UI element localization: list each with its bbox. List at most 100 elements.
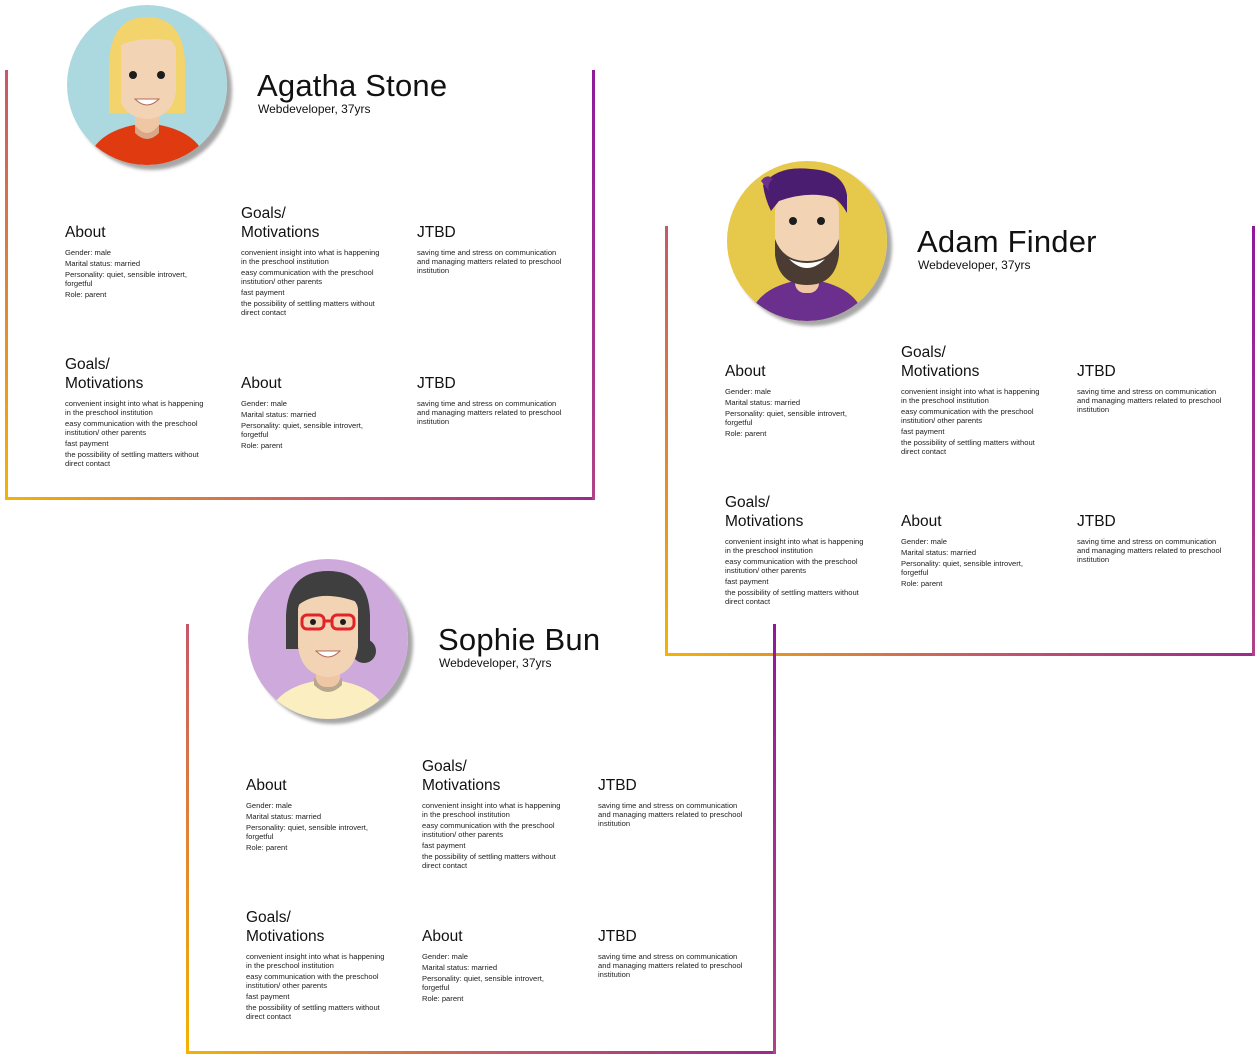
about-personality: Personality: quiet, sensible introvert, … [901, 559, 1023, 577]
frame-left-border [665, 226, 668, 656]
jtbd-text: saving time and stress on communication … [598, 952, 743, 979]
goals-section: Goals/Motivations convenient insight int… [901, 343, 1046, 456]
goal-item: fast payment [246, 992, 290, 1001]
goals-heading-line2: Motivations [725, 513, 804, 530]
goal-item: the possibility of settling matters with… [246, 1003, 380, 1021]
frame-bottom-border [186, 1051, 776, 1054]
goals-section: Goals/Motivations convenient insight int… [65, 355, 210, 468]
goals-heading: Goals/Motivations [422, 757, 567, 795]
jtbd-text: saving time and stress on communication … [598, 801, 743, 828]
jtbd-section: JTBD saving time and stress on communica… [598, 927, 743, 979]
about-personality: Personality: quiet, sensible introvert, … [246, 823, 368, 841]
jtbd-heading: JTBD [598, 777, 637, 794]
goals-heading: Goals/Motivations [246, 908, 391, 946]
persona-subtitle: Webdeveloper, 37yrs [258, 102, 371, 116]
jtbd-heading: JTBD [598, 928, 637, 945]
goal-item: easy communication with the preschool in… [65, 419, 198, 437]
about-section: About Gender: male Marital status: marri… [422, 927, 567, 1003]
about-personality: Personality: quiet, sensible introvert, … [65, 270, 187, 288]
about-heading: About [65, 224, 106, 241]
goal-item: easy communication with the preschool in… [246, 972, 379, 990]
goal-item: convenient insight into what is happenin… [241, 248, 380, 266]
jtbd-text: saving time and stress on communication … [417, 248, 562, 275]
about-heading: About [725, 363, 766, 380]
goals-section: Goals/Motivations convenient insight int… [725, 493, 870, 606]
about-heading: About [901, 513, 942, 530]
goal-item: fast payment [901, 427, 945, 436]
about-role: Role: parent [65, 290, 107, 299]
goals-heading-line2: Motivations [422, 777, 501, 794]
jtbd-heading: JTBD [1077, 363, 1116, 380]
about-gender: Gender: male [65, 248, 112, 257]
about-gender: Gender: male [246, 801, 293, 810]
goals-heading-line1: Goals/ [241, 205, 286, 222]
persona-subtitle: Webdeveloper, 37yrs [439, 656, 552, 670]
about-personality: Personality: quiet, sensible introvert, … [725, 409, 847, 427]
goals-heading-line1: Goals/ [246, 909, 291, 926]
goals-heading: Goals/Motivations [65, 355, 210, 393]
about-role: Role: parent [422, 994, 464, 1003]
goal-item: the possibility of settling matters with… [725, 588, 859, 606]
about-section: About Gender: male Marital status: marri… [65, 223, 210, 299]
frame-right-border [1252, 226, 1255, 656]
about-heading: About [246, 777, 287, 794]
jtbd-text: saving time and stress on communication … [1077, 537, 1222, 564]
goal-item: easy communication with the preschool in… [422, 821, 555, 839]
about-role: Role: parent [246, 843, 288, 852]
jtbd-heading: JTBD [1077, 513, 1116, 530]
about-marital-status: Marital status: married [241, 410, 317, 419]
about-marital-status: Marital status: married [901, 548, 977, 557]
persona-subtitle: Webdeveloper, 37yrs [918, 258, 1031, 272]
avatar-man-bearded-icon [727, 161, 887, 321]
avatar-woman-blonde-icon [67, 5, 227, 165]
about-gender: Gender: male [901, 537, 948, 546]
goal-item: fast payment [725, 577, 769, 586]
avatar-woman-glasses-icon [248, 559, 408, 719]
about-section: About Gender: male Marital status: marri… [901, 512, 1046, 588]
goal-item: the possibility of settling matters with… [65, 450, 199, 468]
goals-heading: Goals/Motivations [241, 204, 386, 242]
persona-card-agatha-stone: Agatha Stone Webdeveloper, 37yrs About G… [5, 5, 595, 500]
goals-heading-line2: Motivations [901, 363, 980, 380]
goal-item: convenient insight into what is happenin… [725, 537, 864, 555]
about-marital-status: Marital status: married [422, 963, 498, 972]
about-gender: Gender: male [422, 952, 469, 961]
about-section: About Gender: male Marital status: marri… [246, 776, 391, 852]
goals-heading-line1: Goals/ [725, 494, 770, 511]
about-section: About Gender: male Marital status: marri… [241, 374, 386, 450]
about-marital-status: Marital status: married [725, 398, 801, 407]
goals-heading: Goals/Motivations [901, 343, 1046, 381]
about-role: Role: parent [901, 579, 943, 588]
jtbd-section: JTBD saving time and stress on communica… [598, 776, 743, 828]
goals-heading: Goals/Motivations [725, 493, 870, 531]
about-marital-status: Marital status: married [246, 812, 322, 821]
persona-name: Agatha Stone [257, 68, 448, 103]
persona-name: Adam Finder [917, 224, 1097, 259]
goal-item: fast payment [422, 841, 466, 850]
about-section: About Gender: male Marital status: marri… [725, 362, 870, 438]
jtbd-text: saving time and stress on communication … [1077, 387, 1222, 414]
frame-left-border [186, 624, 189, 1054]
jtbd-text: saving time and stress on communication … [417, 399, 562, 426]
goal-item: convenient insight into what is happenin… [901, 387, 1040, 405]
goal-item: convenient insight into what is happenin… [246, 952, 385, 970]
about-gender: Gender: male [725, 387, 772, 396]
goal-item: convenient insight into what is happenin… [422, 801, 561, 819]
frame-left-border [5, 70, 8, 500]
about-personality: Personality: quiet, sensible introvert, … [422, 974, 544, 992]
goal-item: convenient insight into what is happenin… [65, 399, 204, 417]
about-personality: Personality: quiet, sensible introvert, … [241, 421, 363, 439]
about-heading: About [241, 375, 282, 392]
goal-item: easy communication with the preschool in… [901, 407, 1034, 425]
persona-card-adam-finder: Adam Finder Webdeveloper, 37yrs About Ge… [665, 161, 1255, 656]
goals-heading-line1: Goals/ [422, 758, 467, 775]
jtbd-section: JTBD saving time and stress on communica… [417, 374, 562, 426]
goal-item: easy communication with the preschool in… [241, 268, 374, 286]
jtbd-section: JTBD saving time and stress on communica… [1077, 512, 1222, 564]
goal-item: fast payment [241, 288, 285, 297]
about-heading: About [422, 928, 463, 945]
goals-heading-line2: Motivations [241, 224, 320, 241]
frame-right-border [592, 70, 595, 500]
persona-card-sophie-bun: Sophie Bun Webdeveloper, 37yrs About Gen… [186, 559, 776, 1054]
about-marital-status: Marital status: married [65, 259, 141, 268]
